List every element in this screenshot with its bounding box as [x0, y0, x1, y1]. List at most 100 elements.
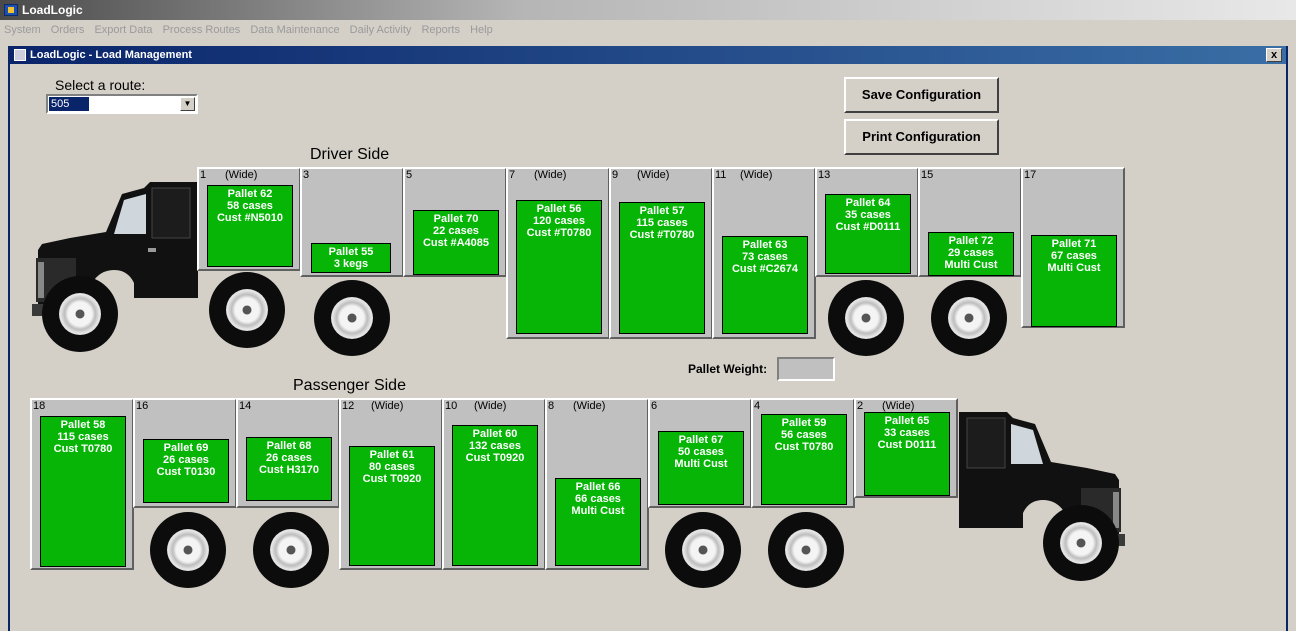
bay-number: 17: [1024, 169, 1037, 181]
bay-number: 6: [651, 400, 658, 412]
pallet-block[interactable]: Pallet 72 29 cases Multi Cust: [928, 232, 1014, 276]
bay-5[interactable]: 5 Pallet 70 22 cases Cust #A4085: [403, 167, 507, 277]
menu-system[interactable]: System: [4, 24, 41, 36]
pallet-customer: Cust #D0111: [835, 221, 901, 233]
wheel-passenger-side-1: [150, 512, 226, 588]
pallet-block[interactable]: Pallet 61 80 cases Cust T0920: [349, 446, 435, 566]
pallet-quantity: 67 cases: [1051, 250, 1097, 262]
pallet-block[interactable]: Pallet 62 58 cases Cust #N5010: [207, 185, 293, 267]
pallet-name: Pallet 59: [781, 417, 827, 429]
pallet-block[interactable]: Pallet 60 132 cases Cust T0920: [452, 425, 538, 566]
pallet-block[interactable]: Pallet 66 66 cases Multi Cust: [555, 478, 641, 566]
pallet-block[interactable]: Pallet 58 115 cases Cust T0780: [40, 416, 126, 567]
pallet-customer: Cust T0780: [774, 441, 834, 453]
bay-10[interactable]: 10 (Wide) Pallet 60 132 cases Cust T0920: [442, 398, 546, 570]
menu-data-maintenance[interactable]: Data Maintenance: [250, 24, 339, 36]
bay-number: 2: [857, 400, 864, 412]
pallet-quantity: 120 cases: [533, 215, 585, 227]
pallet-block[interactable]: Pallet 59 56 cases Cust T0780: [761, 414, 847, 505]
pallet-weight-field[interactable]: [777, 357, 835, 381]
bay-14[interactable]: 14 Pallet 68 26 cases Cust H3170: [236, 398, 340, 508]
bay-number: 15: [921, 169, 934, 181]
pallet-name: Pallet 64: [845, 197, 891, 209]
pallet-name: Pallet 57: [639, 205, 685, 217]
pallet-customer: Multi Cust: [571, 505, 625, 517]
chevron-down-icon[interactable]: ▼: [180, 97, 195, 111]
bay-number: 11: [715, 169, 727, 181]
pallet-block[interactable]: Pallet 64 35 cases Cust #D0111: [825, 194, 911, 274]
pallet-name: Pallet 69: [163, 442, 209, 454]
route-select[interactable]: 505 ▼: [46, 94, 198, 114]
pallet-quantity: 66 cases: [575, 493, 621, 505]
pallet-block[interactable]: Pallet 55 3 kegs: [311, 243, 391, 273]
bay-15[interactable]: 15 Pallet 72 29 cases Multi Cust: [918, 167, 1022, 277]
pallet-customer: Cust D0111: [877, 439, 937, 451]
pallet-name: Pallet 66: [575, 481, 621, 493]
pallet-quantity: 35 cases: [845, 209, 891, 221]
bay-18[interactable]: 18 Pallet 58 115 cases Cust T0780: [30, 398, 134, 570]
pallet-block[interactable]: Pallet 57 115 cases Cust #T0780: [619, 202, 705, 334]
menu-help[interactable]: Help: [470, 24, 493, 36]
pallet-customer: Multi Cust: [944, 259, 998, 271]
bay-wide-label: (Wide): [637, 169, 670, 181]
bay-number: 9: [612, 169, 619, 181]
front-wheel-passenger-side: [1043, 505, 1119, 581]
app-title: LoadLogic: [22, 3, 83, 17]
bay-number: 8: [548, 400, 555, 412]
pallet-quantity: 33 cases: [884, 427, 930, 439]
bay-12[interactable]: 12 (Wide) Pallet 61 80 cases Cust T0920: [339, 398, 443, 570]
bay-number: 16: [136, 400, 149, 412]
bay-number: 7: [509, 169, 516, 181]
window-title-bar: LoadLogic - Load Management x: [10, 46, 1286, 64]
pallet-block[interactable]: Pallet 63 73 cases Cust #C2674: [722, 236, 808, 334]
pallet-block[interactable]: Pallet 65 33 cases Cust D0111: [864, 412, 950, 496]
save-configuration-button[interactable]: Save Configuration: [844, 77, 999, 113]
menu-orders[interactable]: Orders: [51, 24, 85, 36]
pallet-quantity: 26 cases: [163, 454, 209, 466]
bay-number: 5: [406, 169, 413, 181]
pallet-block[interactable]: Pallet 69 26 cases Cust T0130: [143, 439, 229, 503]
close-button[interactable]: x: [1266, 48, 1282, 62]
pallet-customer: Cust T0920: [465, 452, 525, 464]
menu-daily-activity[interactable]: Daily Activity: [350, 24, 412, 36]
pallet-block[interactable]: Pallet 70 22 cases Cust #A4085: [413, 210, 499, 275]
pallet-block[interactable]: Pallet 71 67 cases Multi Cust: [1031, 235, 1117, 327]
pallet-weight-label: Pallet Weight:: [688, 362, 768, 376]
pallet-customer: Cust #T0780: [526, 227, 592, 239]
bay-11[interactable]: 11 (Wide) Pallet 63 73 cases Cust #C2674: [712, 167, 816, 339]
pallet-block[interactable]: Pallet 56 120 cases Cust #T0780: [516, 200, 602, 334]
bay-number: 12: [342, 400, 355, 412]
bay-13[interactable]: 13 Pallet 64 35 cases Cust #D0111: [815, 167, 919, 277]
pallet-name: Pallet 62: [227, 188, 273, 200]
bay-7[interactable]: 7 (Wide) Pallet 56 120 cases Cust #T0780: [506, 167, 610, 339]
pallet-quantity: 115 cases: [57, 431, 109, 443]
route-label: Select a route:: [55, 77, 146, 93]
wheel-driver-side-4: [931, 280, 1007, 356]
print-configuration-button[interactable]: Print Configuration: [844, 119, 999, 155]
pallet-quantity: 50 cases: [678, 446, 724, 458]
bay-8[interactable]: 8 (Wide) Pallet 66 66 cases Multi Cust: [545, 398, 649, 570]
bay-17[interactable]: 17 Pallet 71 67 cases Multi Cust: [1021, 167, 1125, 328]
wheel-driver-side-2: [314, 280, 390, 356]
pallet-name: Pallet 55: [328, 246, 374, 258]
bay-3[interactable]: 3 Pallet 55 3 kegs: [300, 167, 404, 277]
menu-reports[interactable]: Reports: [421, 24, 460, 36]
pallet-block[interactable]: Pallet 67 50 cases Multi Cust: [658, 431, 744, 505]
bay-4[interactable]: 4 Pallet 59 56 cases Cust T0780: [751, 398, 855, 508]
bay-6[interactable]: 6 Pallet 67 50 cases Multi Cust: [648, 398, 752, 508]
app-title-bar: LoadLogic: [0, 0, 1296, 20]
passenger-side-title: Passenger Side: [293, 377, 406, 394]
pallet-quantity: 132 cases: [469, 440, 521, 452]
bay-number: 1: [200, 169, 207, 181]
bay-number: 13: [818, 169, 831, 181]
pallet-name: Pallet 60: [472, 428, 518, 440]
bay-9[interactable]: 9 (Wide) Pallet 57 115 cases Cust #T0780: [609, 167, 713, 339]
pallet-block[interactable]: Pallet 68 26 cases Cust H3170: [246, 437, 332, 501]
bay-2[interactable]: 2 (Wide) Pallet 65 33 cases Cust D0111: [854, 398, 958, 498]
menu-export-data[interactable]: Export Data: [94, 24, 152, 36]
wheel-driver-side-1: [209, 272, 285, 348]
bay-1[interactable]: 1 (Wide) Pallet 62 58 cases Cust #N5010: [197, 167, 301, 271]
menu-process-routes[interactable]: Process Routes: [163, 24, 241, 36]
bay-16[interactable]: 16 Pallet 69 26 cases Cust T0130: [133, 398, 237, 508]
pallet-quantity: 22 cases: [433, 225, 479, 237]
